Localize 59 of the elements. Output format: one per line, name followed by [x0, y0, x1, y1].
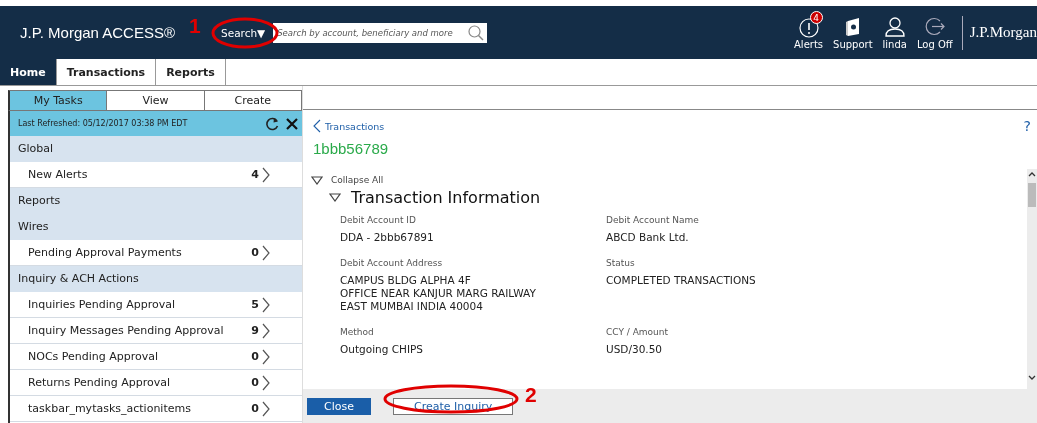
- field-value: ABCD Bank Ltd.: [606, 231, 690, 244]
- chevron-right-icon: [262, 322, 270, 339]
- sidebar-group-header: Global: [10, 136, 302, 162]
- sidebar-item[interactable]: taskbar_mytasks_actionitems 0: [10, 396, 302, 422]
- field-label: Method: [340, 327, 375, 337]
- chevron-right-icon: [262, 296, 270, 313]
- logout-icon: [923, 15, 946, 38]
- close-icon: [285, 116, 299, 131]
- chevron-right-icon: [262, 374, 270, 391]
- chevron-right-icon: [262, 348, 270, 365]
- field-label: Debit Account ID: [340, 215, 417, 225]
- sidebar-tab[interactable]: Create: [204, 90, 302, 111]
- sidebar-item[interactable]: Returns Pending Approval 0: [10, 370, 302, 396]
- brand-logo: J.P.Morgan: [969, 24, 1037, 41]
- field-value: COMPLETED TRANSACTIONS: [606, 274, 757, 287]
- close-button[interactable]: Close: [307, 397, 371, 415]
- header-user-button[interactable]: linda: [882, 15, 907, 50]
- sidebar-tab[interactable]: My Tasks: [8, 90, 108, 111]
- field-label: Debit Account Name: [606, 215, 700, 225]
- field-value: DDA - 2bbb67891: [340, 231, 435, 244]
- alert-count-badge: 4: [809, 11, 823, 24]
- app-logo: J.P. Morgan ACCESS®: [20, 24, 175, 41]
- sidebar-group-header: Wires: [10, 214, 302, 240]
- sidebar-item[interactable]: Inquiries Pending Approval 5: [10, 292, 302, 318]
- sidebar-item[interactable]: Inquiry Messages Pending Approval 9: [10, 318, 302, 344]
- transaction-title: 1bbb56789: [312, 139, 390, 157]
- annotation-ellipse: [211, 16, 279, 49]
- triangle-down-icon: [311, 175, 323, 185]
- refresh-button[interactable]: [265, 116, 279, 131]
- sidebar-tab[interactable]: View: [107, 90, 205, 111]
- chevron-right-icon: [262, 400, 270, 417]
- chevron-right-icon: [262, 244, 270, 261]
- collapse-all-button[interactable]: Collapse All: [311, 169, 384, 185]
- chevron-right-icon: [262, 166, 270, 183]
- breadcrumb-link[interactable]: Transactions: [313, 119, 1024, 133]
- header-support-button[interactable]: Support: [833, 15, 873, 50]
- annotation-number: 2: [525, 383, 537, 407]
- refresh-icon: [265, 116, 279, 131]
- search-field[interactable]: Search by account, beneficiary and more: [273, 22, 488, 43]
- search-icon: [468, 24, 485, 41]
- section-header[interactable]: Transaction Information: [329, 188, 541, 207]
- chevron-left-icon: [313, 119, 321, 133]
- sidebar-item[interactable]: NOCs Pending Approval 0: [10, 344, 302, 370]
- sidebar-group-header: Reports: [10, 188, 302, 214]
- field-label: CCY / Amount: [606, 327, 670, 337]
- field-label: Status: [606, 258, 636, 268]
- last-refreshed-text: Last Refreshed: 05/12/2017 03:38 PM EDT: [18, 119, 189, 128]
- help-link[interactable]: ?: [1023, 118, 1031, 134]
- close-button[interactable]: [285, 116, 299, 131]
- field-value: CAMPUS BLDG ALPHA 4F OFFICE NEAR KANJUR MARG RAILWAY EAST MUMBAI INDIA 40004: [340, 274, 537, 313]
- sidebar-group-header: Inquiry & ACH Actions: [10, 266, 302, 292]
- nav-tab[interactable]: Home: [0, 59, 57, 85]
- field-value: USD/30.50: [606, 343, 664, 356]
- header-logoff-button[interactable]: Log Off: [916, 15, 953, 50]
- alert-icon: [797, 15, 820, 38]
- annotation-number: 1: [189, 13, 201, 38]
- field-label: Debit Account Address: [340, 258, 444, 268]
- user-icon: [883, 15, 906, 38]
- field-value: Outgoing CHIPS: [340, 343, 425, 356]
